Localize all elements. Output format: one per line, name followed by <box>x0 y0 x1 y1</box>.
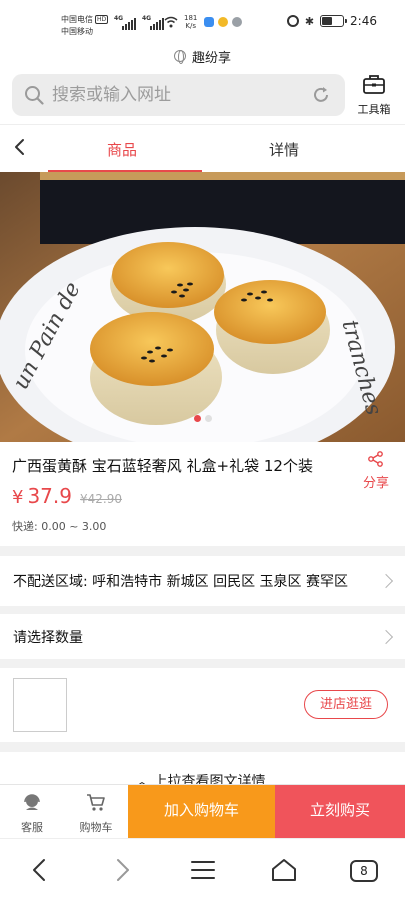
site-title: 趣纷享 <box>191 50 231 66</box>
cart-label: 购物车 <box>79 821 113 834</box>
shipping-fee: 快递: 0.00 ~ 3.00 <box>12 520 107 533</box>
add-to-cart-button[interactable]: 加入购物车 <box>128 785 275 839</box>
tab-goods[interactable]: 商品 <box>107 139 137 160</box>
chevron-right-icon <box>378 629 394 645</box>
shop-row: 进店逛逛 <box>0 668 405 742</box>
shield-icon <box>204 17 214 27</box>
product-title: 广西蛋黄酥 宝石蓝轻奢风 礼盒+礼袋 12个装 <box>12 457 313 475</box>
product-image-carousel[interactable]: un Pain de tranches <box>0 172 405 442</box>
search-input[interactable]: 搜索或输入网址 <box>52 85 171 105</box>
signal-1-icon: 4G <box>114 15 136 31</box>
customer-service-icon <box>24 794 40 810</box>
carousel-dot-1[interactable] <box>194 415 201 422</box>
carrier-2: 中国移动 <box>61 27 93 36</box>
carrier-1: 中国电信 <box>61 15 93 24</box>
wechat-icon <box>232 17 242 27</box>
carrier-info: 中国电信 HD 中国移动 <box>61 14 109 38</box>
toolbox-icon <box>363 75 385 94</box>
signal-indicators: 4G 4G <box>114 15 164 31</box>
menu-icon[interactable] <box>188 855 218 885</box>
cart-button[interactable]: 购物车 <box>64 785 128 839</box>
status-bar: 中国电信 HD 中国移动 4G 4G 181 K/s ✱ 2:46 <box>0 0 405 44</box>
battery-icon <box>320 15 348 27</box>
clock: 2:46 <box>350 14 377 28</box>
nav-back-icon[interactable] <box>25 855 55 885</box>
browser-toolbar: 搜索或输入网址 工具箱 <box>0 68 405 124</box>
chevron-right-icon <box>378 573 394 589</box>
share-button[interactable]: 分享 <box>359 450 393 491</box>
product-price: ¥37.9 <box>12 484 72 508</box>
bluetooth-icon: ✱ <box>304 14 315 28</box>
enter-shop-button[interactable]: 进店逛逛 <box>304 690 388 719</box>
product-image: un Pain de tranches <box>0 172 405 442</box>
refresh-icon[interactable] <box>311 85 331 105</box>
carousel-dot-2[interactable] <box>205 415 212 422</box>
product-info: 广西蛋黄酥 宝石蓝轻奢风 礼盒+礼袋 12个装 分享 ¥37.9 ¥42.90 … <box>0 442 405 546</box>
price-value: 37.9 <box>27 484 72 508</box>
chevron-up-icon: ︿ <box>135 774 154 784</box>
notification-icons <box>204 17 242 27</box>
buy-now-button[interactable]: 立刻购买 <box>275 785 405 839</box>
choose-quantity-row[interactable]: 请选择数量 <box>0 614 405 659</box>
site-title-row: 趣纷享 <box>0 44 405 68</box>
tab-detail[interactable]: 详情 <box>269 139 299 160</box>
tabs-count-button[interactable]: 8 <box>350 860 378 882</box>
no-delivery-row[interactable]: 不配送区域: 呼和浩特市 新城区 回民区 玉泉区 赛罕区 <box>0 556 405 606</box>
browser-nav-bar: 8 <box>0 838 405 900</box>
alarm-icon <box>286 15 299 27</box>
currency-symbol: ¥ <box>12 487 24 508</box>
system-status: ✱ 2:46 <box>286 14 377 28</box>
pull-up-hint: ︿ 上拉查看图文详情 <box>0 752 405 784</box>
toolbox-label: 工具箱 <box>357 103 391 116</box>
wifi-icon <box>164 16 178 28</box>
shop-logo[interactable] <box>13 678 67 732</box>
signal-2-icon: 4G <box>142 15 164 31</box>
share-label: 分享 <box>362 476 389 491</box>
nav-forward-icon[interactable] <box>107 855 137 885</box>
product-tabs: 商品 详情 <box>0 124 405 173</box>
cart-icon <box>87 794 105 811</box>
hd-badge: HD <box>95 15 109 24</box>
search-icon <box>25 86 44 105</box>
address-bar[interactable]: 搜索或输入网址 <box>12 74 345 116</box>
pull-up-hint-text: ︿ 上拉查看图文详情 <box>135 771 265 784</box>
original-price: ¥42.90 <box>80 492 122 506</box>
carousel-dots <box>194 415 212 422</box>
purchase-action-bar: 客服 购物车 加入购物车 立刻购买 <box>0 784 405 839</box>
back-icon[interactable] <box>10 137 30 157</box>
toolbox-button[interactable]: 工具箱 <box>354 72 394 117</box>
no-delivery-text: 不配送区域: 呼和浩特市 新城区 回民区 玉泉区 赛罕区 <box>13 574 348 590</box>
globe-icon <box>173 50 186 64</box>
network-speed: 181 K/s <box>184 14 198 30</box>
customer-service-label: 客服 <box>21 821 43 834</box>
customer-service-button[interactable]: 客服 <box>0 785 64 839</box>
share-icon <box>368 451 383 467</box>
app-notification-icon <box>218 17 228 27</box>
choose-quantity-text: 请选择数量 <box>13 630 83 646</box>
home-icon[interactable] <box>269 855 299 885</box>
